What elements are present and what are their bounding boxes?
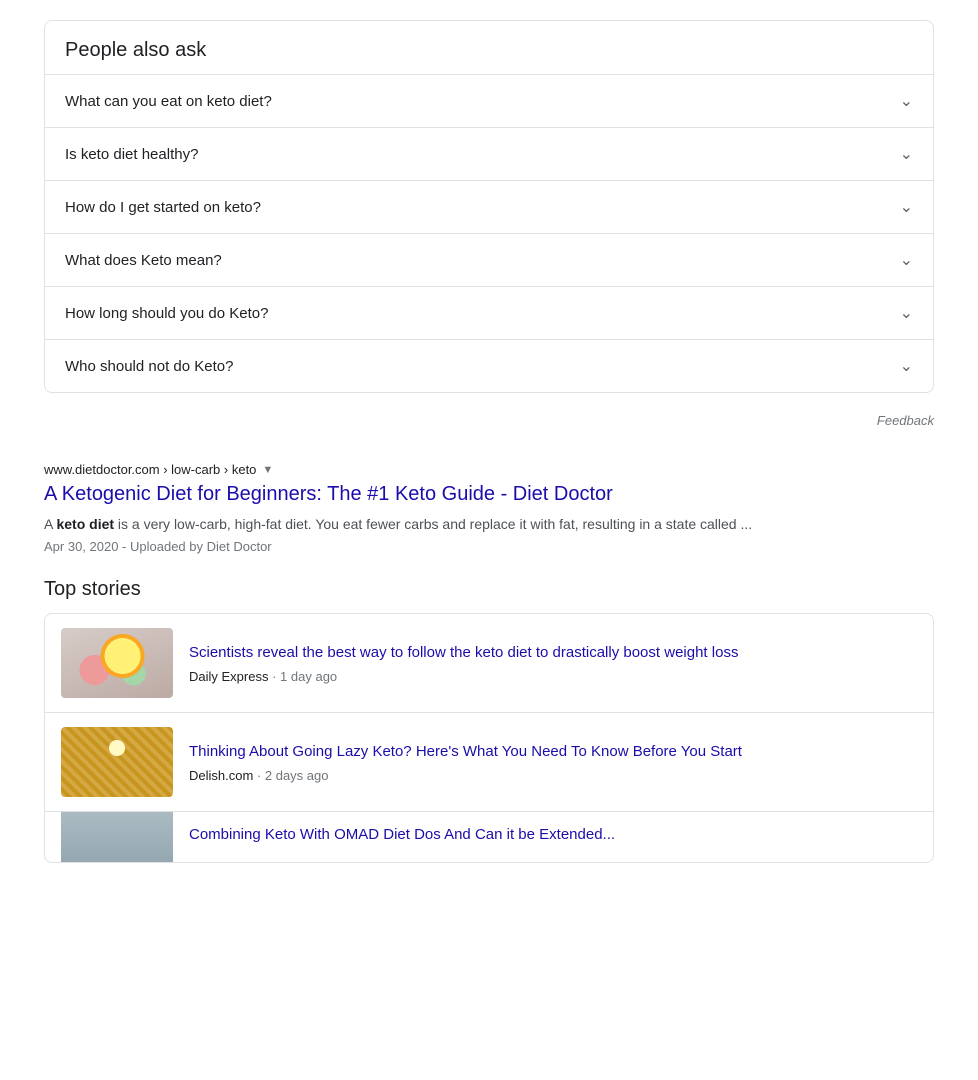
result-title-link[interactable]: A Ketogenic Diet for Beginners: The #1 K… <box>44 481 934 507</box>
chevron-down-icon-1: ⌄ <box>900 91 913 111</box>
chevron-down-icon-4: ⌄ <box>900 250 913 270</box>
story-item-2[interactable]: Thinking About Going Lazy Keto? Here's W… <box>45 713 933 812</box>
paa-item-5[interactable]: How long should you do Keto? ⌄ <box>45 287 933 340</box>
story-separator-2: · <box>257 768 265 783</box>
dropdown-arrow-icon: ▼ <box>262 464 273 476</box>
story-title-1[interactable]: Scientists reveal the best way to follow… <box>189 642 917 663</box>
paa-item-4[interactable]: What does Keto mean? ⌄ <box>45 234 933 287</box>
chevron-down-icon-2: ⌄ <box>900 144 913 164</box>
result-snippet: A keto diet is a very low-carb, high-fat… <box>44 513 934 535</box>
paa-question-3: How do I get started on keto? <box>65 199 261 216</box>
story-source-2: Delish.com <box>189 768 253 783</box>
story-thumbnail-3 <box>61 812 173 862</box>
story-image-2 <box>61 727 173 797</box>
top-stories-heading: Top stories <box>44 578 934 601</box>
paa-item-1[interactable]: What can you eat on keto diet? ⌄ <box>45 75 933 128</box>
top-stories-section: Top stories Scientists reveal the best w… <box>44 578 934 863</box>
story-thumbnail-2 <box>61 727 173 797</box>
paa-question-1: What can you eat on keto diet? <box>65 93 272 110</box>
story-time-2: 2 days ago <box>265 768 329 783</box>
paa-question-4: What does Keto mean? <box>65 252 222 269</box>
chevron-down-icon-5: ⌄ <box>900 303 913 323</box>
search-result-dietdoctor: www.dietdoctor.com › low-carb › keto ▼ A… <box>44 462 934 554</box>
people-also-ask-section: People also ask What can you eat on keto… <box>44 20 934 393</box>
story-thumbnail-1 <box>61 628 173 698</box>
paa-heading: People also ask <box>45 21 933 75</box>
story-separator-1: · <box>272 669 280 684</box>
story-item-1[interactable]: Scientists reveal the best way to follow… <box>45 614 933 713</box>
chevron-down-icon-6: ⌄ <box>900 356 913 376</box>
paa-item-2[interactable]: Is keto diet healthy? ⌄ <box>45 128 933 181</box>
result-date: Apr 30, 2020 - Uploaded by Diet Doctor <box>44 539 934 554</box>
story-source-1: Daily Express <box>189 669 268 684</box>
story-title-3[interactable]: Combining Keto With OMAD Diet Dos And Ca… <box>189 824 917 845</box>
stories-container: Scientists reveal the best way to follow… <box>44 613 934 863</box>
story-time-1: 1 day ago <box>280 669 337 684</box>
paa-item-6[interactable]: Who should not do Keto? ⌄ <box>45 340 933 392</box>
paa-question-6: Who should not do Keto? <box>65 358 233 375</box>
snippet-bold: keto diet <box>56 516 114 532</box>
paa-question-5: How long should you do Keto? <box>65 305 268 322</box>
story-item-3[interactable]: Combining Keto With OMAD Diet Dos And Ca… <box>45 812 933 862</box>
paa-question-2: Is keto diet healthy? <box>65 146 198 163</box>
story-image-1 <box>61 628 173 698</box>
paa-item-3[interactable]: How do I get started on keto? ⌄ <box>45 181 933 234</box>
result-url: www.dietdoctor.com › low-carb › keto ▼ <box>44 462 934 477</box>
story-meta-2: Delish.com · 2 days ago <box>189 768 917 783</box>
feedback-link[interactable]: Feedback <box>44 409 934 438</box>
story-meta-1: Daily Express · 1 day ago <box>189 669 917 684</box>
story-content-2: Thinking About Going Lazy Keto? Here's W… <box>189 741 917 783</box>
result-url-text: www.dietdoctor.com › low-carb › keto <box>44 462 256 477</box>
story-content-3: Combining Keto With OMAD Diet Dos And Ca… <box>189 824 917 851</box>
story-image-3 <box>61 812 173 862</box>
snippet-rest: is a very low-carb, high-fat diet. You e… <box>114 516 752 532</box>
story-title-2[interactable]: Thinking About Going Lazy Keto? Here's W… <box>189 741 917 762</box>
snippet-plain: A <box>44 516 56 532</box>
chevron-down-icon-3: ⌄ <box>900 197 913 217</box>
story-content-1: Scientists reveal the best way to follow… <box>189 642 917 684</box>
